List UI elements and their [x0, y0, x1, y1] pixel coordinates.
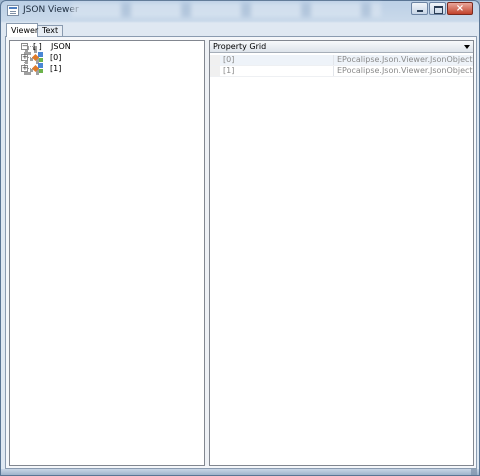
- chevron-down-icon[interactable]: [464, 45, 470, 49]
- close-button[interactable]: ×: [447, 2, 473, 15]
- column-divider: [333, 55, 334, 65]
- expand-icon[interactable]: +: [21, 54, 28, 61]
- json-object-icon: [31, 63, 45, 73]
- resize-grip-icon[interactable]: [471, 469, 477, 475]
- collapse-icon[interactable]: −: [21, 43, 28, 50]
- property-row[interactable]: [0] EPocalipse.Json.Viewer.JsonObject: [210, 55, 473, 66]
- row-gutter: [210, 55, 220, 65]
- app-icon: [7, 5, 19, 16]
- app-window: JSON Viewer × Viewer Text − [ ] JSON + […: [0, 0, 480, 476]
- minimize-button[interactable]: [411, 2, 428, 15]
- close-icon: ×: [455, 3, 465, 14]
- property-grid: [0] EPocalipse.Json.Viewer.JsonObject [1…: [210, 55, 473, 77]
- selector-label: Property Grid: [213, 42, 267, 51]
- title-bar[interactable]: JSON Viewer ×: [1, 1, 479, 21]
- maximize-icon: [434, 6, 443, 14]
- property-row[interactable]: [1] EPocalipse.Json.Viewer.JsonObject: [210, 66, 473, 77]
- property-pane: Property Grid [0] EPocalipse.Json.Viewer…: [209, 40, 474, 466]
- column-divider: [333, 66, 334, 76]
- property-name: [1]: [223, 66, 235, 75]
- tab-viewer[interactable]: Viewer: [6, 23, 38, 37]
- viewer-tab-panel: − [ ] JSON + [0] + [1] Property Grid [0]…: [5, 36, 477, 469]
- property-value[interactable]: EPocalipse.Json.Viewer.JsonObject: [337, 55, 473, 65]
- minimize-icon: [417, 10, 423, 12]
- tree-node-bracket: [ ]: [33, 42, 42, 51]
- tree-node-label: [0]: [50, 53, 62, 62]
- status-bar: [1, 469, 479, 475]
- json-tree-view[interactable]: − [ ] JSON + [0] + [1]: [9, 40, 205, 466]
- expand-icon[interactable]: +: [21, 65, 28, 72]
- caption-buttons: ×: [410, 2, 473, 16]
- json-object-icon: [31, 52, 45, 62]
- maximize-button[interactable]: [429, 2, 446, 15]
- tab-text[interactable]: Text: [37, 25, 63, 36]
- tree-node-label: JSON: [51, 42, 71, 51]
- row-gutter: [210, 66, 220, 76]
- property-value[interactable]: EPocalipse.Json.Viewer.JsonObject: [337, 66, 473, 76]
- property-grid-selector[interactable]: Property Grid: [210, 41, 473, 53]
- tree-node-label: [1]: [50, 64, 62, 73]
- taskbar-blur: [71, 3, 381, 17]
- property-name: [0]: [223, 55, 235, 64]
